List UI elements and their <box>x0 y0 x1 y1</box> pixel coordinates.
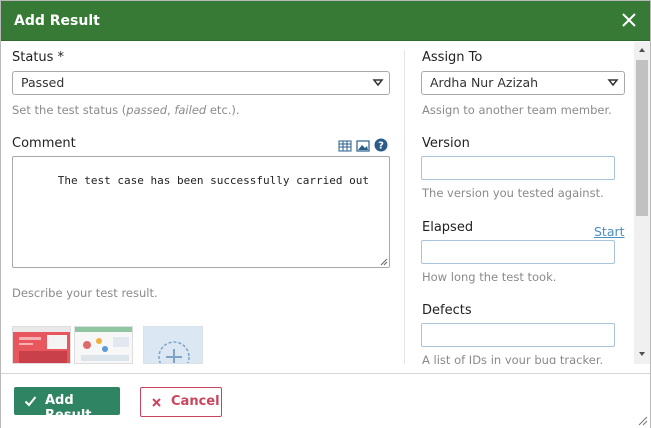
start-timer-link[interactable]: Start <box>594 224 625 239</box>
dialog-body: Status * Passed Set the test status (pas… <box>1 42 650 364</box>
assign-to-value: Ardha Nur Azizah <box>430 75 539 90</box>
comment-textarea[interactable]: The test case has been successfully carr… <box>12 156 390 268</box>
table-icon[interactable] <box>338 139 352 153</box>
status-select[interactable]: Passed <box>12 71 390 95</box>
check-icon <box>24 396 37 407</box>
dialog-title: Add Result <box>14 13 100 29</box>
assign-to-label: Assign To <box>422 50 483 65</box>
resize-grip-icon[interactable] <box>636 414 648 426</box>
svg-text:?: ? <box>378 141 384 152</box>
defects-input[interactable] <box>421 323 615 347</box>
add-result-button[interactable]: Add Result <box>14 387 120 423</box>
scroll-down-icon[interactable] <box>638 350 646 358</box>
scrollbar-thumb[interactable] <box>636 60 648 216</box>
help-icon[interactable]: ? <box>374 138 388 152</box>
dialog-footer: Add Result Cancel <box>1 373 650 428</box>
comment-hint: Describe your test result. <box>12 286 158 300</box>
dialog-titlebar: Add Result <box>1 1 650 41</box>
elapsed-hint: How long the test took. <box>422 270 557 284</box>
cancel-button-label: Cancel <box>171 394 220 409</box>
column-divider <box>404 50 405 364</box>
status-label: Status * <box>12 50 65 65</box>
add-attachment-icon[interactable] <box>143 326 203 364</box>
vertical-scrollbar[interactable] <box>634 42 650 364</box>
chevron-down-icon <box>607 79 619 87</box>
status-hint: Set the test status (passed, failed etc.… <box>12 103 240 117</box>
defects-label: Defects <box>422 303 472 318</box>
comment-text: The test case has been successfully carr… <box>57 174 370 187</box>
close-icon[interactable] <box>619 10 639 30</box>
assign-to-hint: Assign to another team member. <box>422 103 612 117</box>
add-result-dialog: Add Result Status * Passed Set the test … <box>0 0 651 428</box>
version-hint: The version you tested against. <box>422 186 604 200</box>
elapsed-input[interactable] <box>421 240 615 264</box>
version-input[interactable] <box>421 156 615 180</box>
image-icon[interactable] <box>356 139 370 153</box>
comment-label: Comment <box>12 136 76 151</box>
assign-to-select[interactable]: Ardha Nur Azizah <box>421 71 625 95</box>
cancel-button[interactable]: Cancel <box>140 387 222 417</box>
attachment-thumbnail[interactable] <box>12 326 71 364</box>
close-icon <box>152 398 161 407</box>
defects-hint: A list of IDs in your bug tracker. <box>422 353 604 364</box>
version-label: Version <box>422 136 470 151</box>
attachment-thumbnail[interactable] <box>74 326 133 364</box>
resize-grip-icon[interactable] <box>379 257 388 266</box>
scroll-up-icon[interactable] <box>638 46 646 54</box>
add-result-button-label: Add Result <box>45 393 92 423</box>
status-select-value: Passed <box>21 75 65 90</box>
elapsed-label: Elapsed <box>422 220 474 235</box>
chevron-down-icon <box>372 79 384 87</box>
